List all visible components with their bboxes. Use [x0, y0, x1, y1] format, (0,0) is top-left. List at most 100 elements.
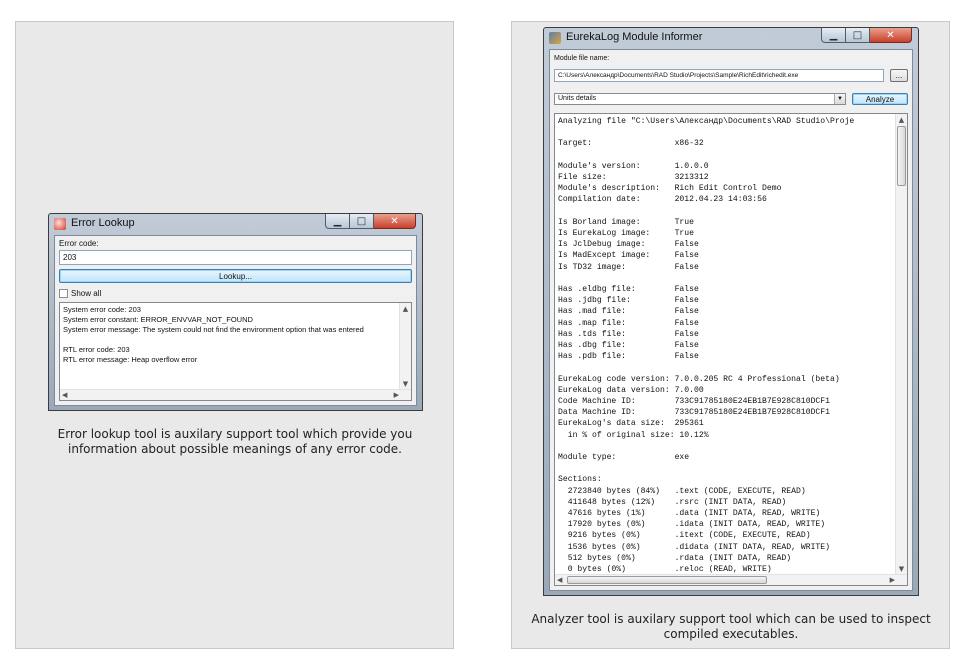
maximize-icon: □: [356, 215, 367, 227]
output-line: 47616 bytes (1%) .data (INIT DATA, READ,…: [558, 509, 821, 518]
result-line: System error code: 203: [63, 305, 141, 314]
output-line: Has .map file: False: [558, 318, 699, 328]
module-informer-titlebar[interactable]: EurekaLog Module Informer ▁ □ ✕: [544, 28, 918, 48]
scroll-thumb[interactable]: [567, 576, 767, 584]
output-line: Has .dbg file: False: [558, 341, 699, 350]
module-informer-window: EurekaLog Module Informer ▁ □ ✕ Module f…: [543, 27, 919, 596]
output-line: Module's description: Rich Edit Control …: [558, 184, 782, 194]
close-button[interactable]: ✕: [870, 28, 912, 43]
output-line: Has .pdb file: False: [558, 352, 699, 362]
scroll-up-icon[interactable]: ▲: [896, 115, 907, 125]
analysis-output-text: Analyzing file "C:\Users\Александр\Docum…: [558, 116, 895, 575]
result-line: RTL error message: Heap overflow error: [63, 355, 198, 364]
close-icon: ✕: [886, 29, 895, 41]
error-result-memo[interactable]: System error code: 203 System error cons…: [59, 302, 412, 401]
output-line: 17920 bytes (0%) .idata (INIT DATA, READ…: [558, 520, 826, 530]
module-informer-panel: EurekaLog Module Informer ▁ □ ✕ Module f…: [511, 21, 950, 649]
result-line: System error message: The system could n…: [63, 325, 364, 334]
result-horizontal-scrollbar[interactable]: ◀ ▶: [60, 389, 411, 400]
output-line: EurekaLog's data size: 295361: [558, 419, 704, 429]
output-line: 9216 bytes (0%) .itext (CODE, EXECUTE, R…: [558, 531, 811, 541]
output-line: Has .jdbg file: False: [558, 296, 699, 306]
module-informer-client: Module file name: C:\Users\Александр\Doc…: [549, 49, 913, 591]
dropdown-arrow-icon[interactable]: ▼: [834, 94, 845, 104]
output-line: Code Machine ID: 733C91785180E24EB1B7E92…: [558, 397, 830, 406]
output-line: File size: 3213312: [558, 172, 709, 182]
error-code-label: Error code:: [59, 239, 99, 248]
scroll-up-icon[interactable]: ▲: [400, 304, 411, 314]
module-file-label: Module file name:: [554, 55, 610, 62]
output-line: Has .mad file: False: [558, 307, 699, 317]
scroll-left-icon[interactable]: ◀: [557, 575, 562, 585]
minimize-icon: ▁: [829, 29, 838, 41]
scroll-right-icon[interactable]: ▶: [394, 390, 399, 400]
error-lookup-window: Error Lookup ▁ □ ✕ Error code: 203 Looku…: [48, 213, 423, 411]
output-line: in % of original size: 10.12%: [558, 430, 709, 440]
mode-select[interactable]: Units details ▼: [554, 93, 846, 105]
browse-button[interactable]: ...: [890, 69, 908, 82]
output-line: Sections:: [558, 475, 602, 485]
analysis-output-memo[interactable]: Analyzing file "C:\Users\Александр\Docum…: [554, 113, 908, 586]
app-icon: [54, 218, 66, 230]
output-line: Is EurekaLog image: True: [558, 228, 694, 238]
maximize-button[interactable]: □: [846, 28, 870, 43]
close-button[interactable]: ✕: [374, 214, 416, 229]
lookup-button[interactable]: Lookup...: [59, 269, 412, 283]
output-line: Is JclDebug image: False: [558, 240, 699, 250]
output-line: Target: x86-32: [558, 139, 704, 149]
output-line: Is TD32 image: False: [558, 262, 699, 272]
minimize-button[interactable]: ▁: [821, 28, 846, 43]
error-lookup-panel: Error Lookup ▁ □ ✕ Error code: 203 Looku…: [15, 21, 454, 649]
error-lookup-caption: Error lookup tool is auxilary support to…: [57, 427, 413, 456]
window-title: EurekaLog Module Informer: [566, 31, 703, 43]
module-path-input[interactable]: C:\Users\Александр\Documents\RAD Studio\…: [554, 69, 884, 82]
error-code-input[interactable]: 203: [59, 250, 412, 265]
output-line: 411648 bytes (12%) .rsrc (INIT DATA, REA…: [558, 497, 787, 507]
app-icon: [549, 32, 561, 44]
analyze-button[interactable]: Analyze: [852, 93, 908, 105]
output-line: 512 bytes (0%) .rdata (INIT DATA, READ): [558, 553, 792, 563]
result-line: [63, 335, 364, 345]
close-icon: ✕: [390, 215, 399, 227]
output-line: Is MadExcept image: False: [558, 251, 699, 261]
error-lookup-client: Error code: 203 Lookup... Show all Syste…: [54, 235, 417, 406]
output-vertical-scrollbar[interactable]: ▲ ▼: [895, 114, 907, 575]
scroll-down-icon[interactable]: ▼: [896, 564, 907, 574]
result-vertical-scrollbar[interactable]: ▲ ▼: [399, 303, 411, 390]
mode-select-value: Units details: [558, 95, 597, 102]
output-line: Module type: exe: [558, 453, 690, 462]
window-title: Error Lookup: [71, 217, 135, 229]
show-all-label[interactable]: Show all: [71, 289, 101, 298]
maximize-button[interactable]: □: [350, 214, 374, 229]
result-text: System error code: 203 System error cons…: [63, 305, 364, 365]
output-line: Module's version: 1.0.0.0: [558, 161, 709, 171]
output-line: EurekaLog data version: 7.0.00: [558, 385, 704, 395]
minimize-button[interactable]: ▁: [325, 214, 350, 229]
output-line: Compilation date: 2012.04.23 14:03:56: [558, 195, 767, 205]
output-line: 1536 bytes (0%) .didata (INIT DATA, READ…: [558, 542, 830, 552]
minimize-icon: ▁: [333, 215, 342, 227]
scroll-thumb[interactable]: [897, 126, 906, 186]
scroll-left-icon[interactable]: ◀: [62, 390, 67, 400]
error-lookup-titlebar[interactable]: Error Lookup ▁ □ ✕: [49, 214, 422, 234]
result-line: RTL error code: 203: [63, 345, 130, 354]
scroll-right-icon[interactable]: ▶: [890, 575, 895, 585]
show-all-checkbox[interactable]: [59, 289, 68, 298]
result-line: System error constant: ERROR_ENVVAR_NOT_…: [63, 315, 253, 324]
module-informer-caption: Analyzer tool is auxilary support tool w…: [531, 612, 931, 641]
output-line: Data Machine ID: 733C91785180E24EB1B7E92…: [558, 408, 830, 418]
output-line: Is Borland image: True: [558, 217, 694, 227]
output-line: EurekaLog code version: 7.0.0.205 RC 4 P…: [558, 374, 840, 384]
output-horizontal-scrollbar[interactable]: ◀ ▶: [555, 574, 907, 585]
output-line: Analyzing file "C:\Users\Александр\Docum…: [558, 117, 855, 126]
output-line: 2723840 bytes (84%) .text (CODE, EXECUTE…: [558, 486, 806, 496]
scroll-down-icon[interactable]: ▼: [400, 379, 411, 389]
maximize-icon: □: [852, 29, 863, 41]
